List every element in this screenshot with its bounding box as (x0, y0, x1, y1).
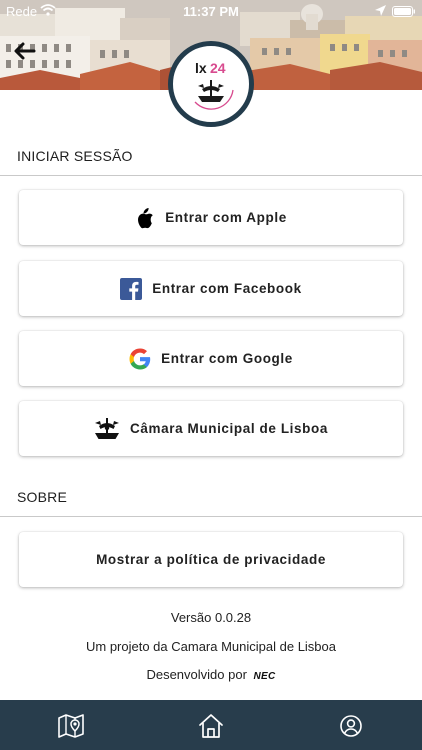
lx24-logo: lx 24 (194, 60, 234, 110)
developer-credit: Desenvolvido por NEC (0, 667, 422, 682)
apple-login-label: Entrar com Apple (165, 210, 287, 225)
project-credit-text: Um projeto da Camara Municipal de Lisboa (85, 639, 336, 654)
cml-login-label: Câmara Municipal de Lisboa (130, 421, 328, 436)
battery-icon (392, 5, 416, 20)
map-icon (58, 714, 84, 738)
profile-icon (340, 715, 362, 737)
privacy-policy-button[interactable]: Mostrar a política de privacidade (19, 532, 403, 587)
status-time: 11:37 PM (183, 4, 239, 19)
version-text: Versão 0.0.28 (170, 610, 252, 625)
privacy-policy-label: Mostrar a política de privacidade (96, 552, 326, 567)
facebook-login-button[interactable]: Entrar com Facebook (19, 261, 403, 316)
about-section-title: SOBRE (17, 489, 68, 505)
map-tab[interactable] (57, 712, 85, 740)
svg-text:lx: lx (195, 60, 207, 76)
cml-login-button[interactable]: Câmara Municipal de Lisboa (19, 401, 403, 456)
facebook-icon (120, 277, 143, 300)
apple-icon (135, 207, 155, 229)
arrow-left-icon (14, 42, 36, 60)
status-bar: Rede 11:37 PM (0, 0, 422, 22)
facebook-login-label: Entrar com Facebook (152, 281, 302, 296)
section-divider (0, 516, 422, 517)
profile-tab[interactable] (337, 712, 365, 740)
lisbon-emblem-icon (94, 417, 120, 441)
location-arrow-icon (375, 4, 386, 19)
nec-logo: NEC (253, 671, 276, 682)
home-tab[interactable] (197, 712, 225, 740)
app-logo-badge: lx 24 (168, 41, 254, 127)
svg-text:24: 24 (210, 60, 226, 76)
login-section-title: INICIAR SESSÃO (17, 148, 133, 164)
home-icon (199, 714, 223, 738)
section-divider (0, 175, 422, 176)
bottom-tab-bar (0, 700, 422, 750)
apple-login-button[interactable]: Entrar com Apple (19, 190, 403, 245)
google-login-button[interactable]: Entrar com Google (19, 331, 403, 386)
developed-by-text: Desenvolvido por (146, 667, 247, 682)
google-icon (129, 348, 151, 370)
back-button[interactable] (12, 40, 38, 62)
google-login-label: Entrar com Google (161, 351, 293, 366)
